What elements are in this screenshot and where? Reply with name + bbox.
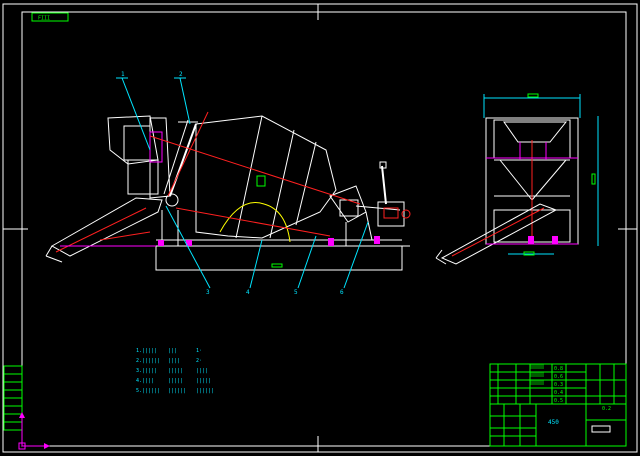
svg-text:3.|||||: 3.|||||	[136, 368, 157, 374]
svg-text:4: 4	[246, 289, 250, 296]
svg-text:|||||: |||||	[168, 378, 183, 384]
svg-text:|||||: |||||	[168, 368, 183, 374]
svg-text:5.||||||: 5.||||||	[136, 388, 160, 394]
svg-text:2·: 2·	[196, 358, 202, 364]
svg-text:0.3: 0.3	[554, 382, 563, 388]
svg-text:||||: ||||	[196, 368, 208, 374]
svg-text:FIII: FIII	[38, 16, 50, 22]
leader-lines	[116, 77, 369, 289]
svg-text:1·: 1·	[196, 348, 202, 354]
svg-text:0.2: 0.2	[602, 406, 611, 412]
front-view	[435, 93, 599, 265]
svg-text:6: 6	[340, 289, 344, 296]
svg-text:1.|||||: 1.|||||	[136, 348, 157, 354]
svg-text:|||||: |||||	[196, 378, 211, 384]
svg-text:0.4: 0.4	[554, 390, 563, 396]
side-view	[45, 111, 411, 271]
svg-text:|||: |||	[168, 348, 177, 354]
svg-text:||||||: ||||||	[168, 388, 186, 394]
svg-text:4.||||: 4.||||	[136, 378, 154, 384]
svg-text:0.5: 0.5	[554, 398, 563, 404]
svg-text:0.8: 0.8	[554, 366, 563, 372]
svg-text:||||: ||||	[168, 358, 180, 364]
drawing-name: 450	[548, 419, 559, 426]
svg-text:0.6: 0.6	[554, 374, 563, 380]
drawing-canvas[interactable]: FIII 1 2 3 4 5 6 1.||||| 2.|||||| 3.||||…	[0, 0, 640, 456]
svg-text:3: 3	[206, 289, 210, 296]
leader-labels: 1 2 3 4 5 6	[121, 71, 344, 296]
svg-text:2: 2	[179, 71, 183, 78]
svg-text:5: 5	[294, 289, 298, 296]
revision-strip	[3, 365, 23, 431]
svg-text:1: 1	[121, 71, 125, 78]
svg-text:2.||||||: 2.||||||	[136, 358, 160, 364]
ucs-axis-icon	[18, 412, 50, 450]
drawing-tag: FIII	[31, 12, 69, 22]
svg-text:||||||: ||||||	[196, 388, 214, 394]
technical-notes: 1.||||| 2.|||||| 3.||||| 4.|||| 5.||||||…	[136, 348, 214, 394]
